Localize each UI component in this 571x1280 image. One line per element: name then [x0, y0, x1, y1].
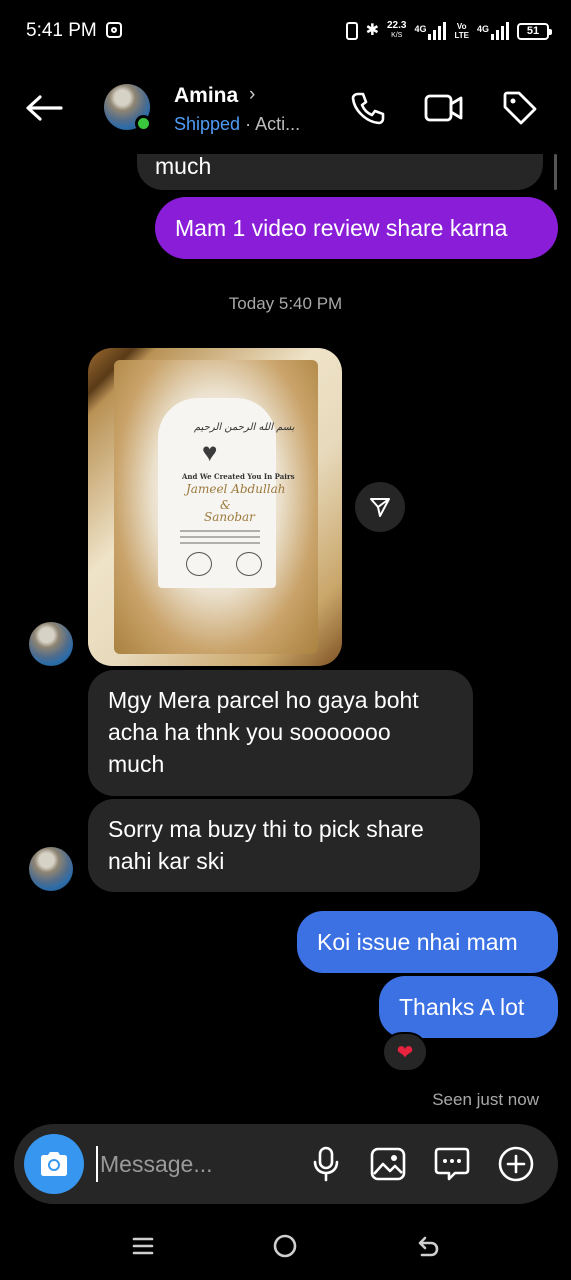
camera-icon — [41, 1152, 67, 1176]
shipped-label: Shipped — [174, 114, 241, 134]
card-name2: Sanobar — [204, 510, 255, 524]
share-button[interactable] — [355, 482, 405, 532]
timestamp-separator: Today 5:40 PM — [228, 294, 343, 313]
card-heart: ♥ — [202, 437, 218, 467]
gallery-icon — [370, 1147, 406, 1181]
card-heart-outline — [236, 552, 262, 576]
message-outgoing[interactable]: Thanks A lot — [379, 976, 558, 1038]
bluetooth-icon: ✱ — [365, 22, 379, 39]
video-call-button[interactable] — [422, 86, 466, 130]
message-input[interactable] — [96, 1146, 296, 1182]
message-text: Sorry ma buzy thi to pick share nahi kar… — [108, 816, 424, 874]
message-incoming[interactable]: Mgy Mera parcel ho gaya boht acha ha thn… — [88, 670, 473, 796]
message-composer — [14, 1124, 558, 1204]
send-icon — [370, 498, 390, 517]
card-heart-outline — [186, 552, 212, 576]
card-name1: Jameel Abdullah — [186, 482, 286, 496]
message-text: Mgy Mera parcel ho gaya boht acha ha thn… — [108, 687, 419, 777]
instagram-notification-icon — [106, 22, 122, 38]
message-outgoing[interactable]: Koi issue nhai mam — [297, 911, 558, 973]
card-arabic: بسم الله الرحمن الرحيم — [194, 422, 295, 433]
card-text-line — [180, 536, 260, 538]
video-icon — [424, 94, 463, 122]
volte-icon: Vo LTE — [454, 22, 469, 40]
status-indicators: ✱ 22.3 K/S 4G Vo LTE 4G 51 — [345, 18, 552, 44]
label-tag-button[interactable] — [498, 86, 542, 130]
back-nav-icon — [418, 1236, 439, 1257]
message-thread[interactable]: much Mam 1 video review share karna Toda… — [0, 154, 571, 1120]
message-text: Koi issue nhai mam — [317, 929, 518, 955]
gallery-button[interactable] — [366, 1142, 410, 1186]
system-navigation-bar — [0, 1210, 571, 1280]
message-text: Mam 1 video review share karna — [175, 215, 508, 241]
message-text: much — [155, 154, 212, 179]
home-circle-icon — [273, 1234, 297, 1258]
camera-button[interactable] — [24, 1134, 84, 1194]
audio-call-button[interactable] — [346, 86, 390, 130]
tag-icon — [503, 91, 537, 125]
online-status-dot — [135, 115, 152, 132]
scrollbar[interactable] — [554, 154, 557, 190]
network-speed: 22.3 K/S — [386, 20, 407, 40]
contact-name[interactable]: Amina — [174, 84, 238, 108]
home-button[interactable] — [260, 1224, 310, 1268]
message-incoming[interactable]: Sorry ma buzy thi to pick share nahi kar… — [88, 799, 480, 892]
microphone-icon — [313, 1146, 339, 1182]
back-button[interactable] — [20, 88, 68, 128]
card-line: And We Created You In Pairs — [182, 472, 295, 481]
contact-subtitle[interactable]: Shipped · Acti... — [174, 114, 300, 135]
more-options-button[interactable] — [494, 1142, 538, 1186]
card-text-line — [180, 542, 260, 544]
activity-status: · Acti... — [245, 114, 301, 134]
battery-icon: 51 — [517, 22, 552, 40]
signal-sim2-icon: 4G — [477, 22, 509, 40]
heart-icon: ❤ — [396, 1041, 414, 1064]
sticker-icon — [434, 1147, 470, 1181]
voice-message-button[interactable] — [304, 1142, 348, 1186]
heart-reaction[interactable]: ❤ — [382, 1032, 428, 1072]
status-bar: 5:41 PM ✱ 22.3 K/S 4G Vo LTE 4G 51 — [0, 0, 571, 64]
back-arrow-icon — [26, 95, 63, 121]
seen-status: Seen just now — [432, 1090, 539, 1109]
message-incoming-partial[interactable]: much — [137, 154, 543, 190]
message-text: Thanks A lot — [399, 994, 525, 1020]
phone-icon — [351, 92, 385, 125]
menu-lines-icon — [132, 1237, 154, 1255]
status-time: 5:41 PM — [26, 20, 97, 41]
vibrate-icon — [345, 22, 358, 40]
signal-sim1-icon: 4G — [414, 22, 447, 40]
sender-avatar[interactable] — [29, 847, 73, 891]
chevron-right-icon[interactable]: › — [249, 84, 255, 106]
card-text-line — [180, 530, 260, 532]
recent-apps-button[interactable] — [118, 1224, 168, 1268]
back-nav-button[interactable] — [403, 1224, 453, 1268]
plus-icon — [498, 1146, 534, 1182]
photo-message[interactable]: بسم الله الرحمن الرحيم ♥ And We Created … — [88, 348, 342, 666]
chat-header: Amina › Shipped · Acti... — [0, 64, 571, 154]
message-outgoing[interactable]: Mam 1 video review share karna — [155, 197, 558, 259]
sender-avatar[interactable] — [29, 622, 73, 666]
sticker-button[interactable] — [430, 1142, 474, 1186]
